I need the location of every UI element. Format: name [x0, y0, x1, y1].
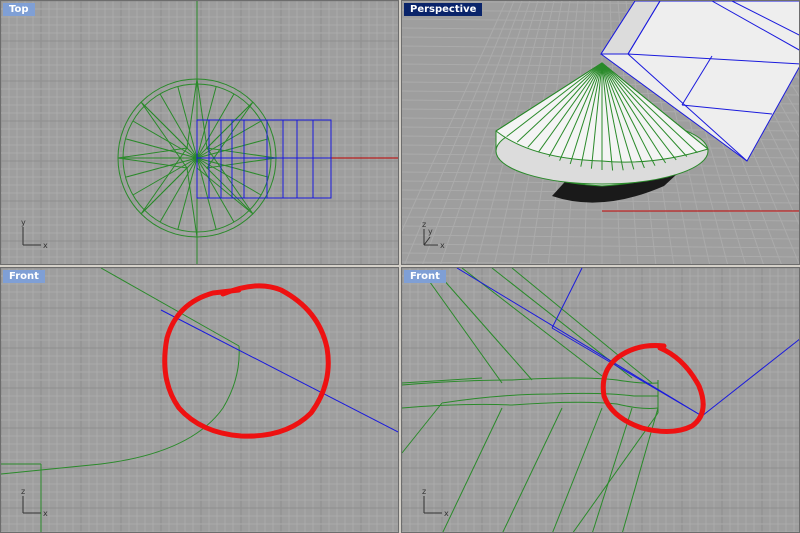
- viewport-label-top[interactable]: Top: [3, 3, 35, 16]
- axis-z-letter: z: [422, 220, 426, 229]
- axis-x-letter: x: [43, 241, 48, 250]
- viewport-label-perspective[interactable]: Perspective: [404, 3, 483, 16]
- axis-x-letter: x: [43, 509, 48, 518]
- viewport-label-front-right[interactable]: Front: [404, 270, 446, 283]
- viewport-top[interactable]: x y Top: [0, 0, 399, 265]
- viewport-label-front-left[interactable]: Front: [3, 270, 45, 283]
- front-left-view-canvas[interactable]: x z: [1, 268, 399, 533]
- axis-y-letter: y: [21, 218, 26, 227]
- front-right-view-canvas[interactable]: x z: [402, 268, 800, 533]
- axis-z-letter: z: [422, 487, 426, 496]
- viewport-front-right[interactable]: x z Front: [401, 267, 800, 533]
- axis-x-letter: x: [444, 509, 449, 518]
- viewport-front-left[interactable]: x z Front: [0, 267, 399, 533]
- perspective-view-canvas[interactable]: x y z: [402, 1, 800, 265]
- top-view-canvas[interactable]: x y: [1, 1, 399, 265]
- viewport-perspective[interactable]: x y z Perspective: [401, 0, 800, 265]
- axis-z-letter: z: [21, 487, 25, 496]
- axis-y-letter: y: [428, 227, 433, 236]
- axis-x-letter: x: [440, 241, 445, 250]
